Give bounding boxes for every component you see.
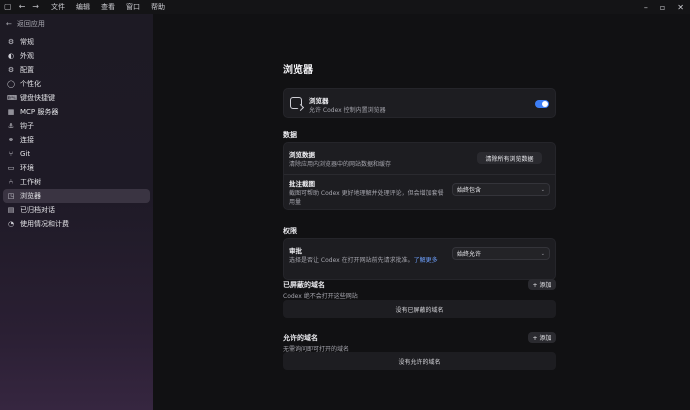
divider: [284, 174, 555, 175]
sidebar-item-13[interactable]: ◔ 使用情况和计费: [3, 217, 150, 231]
server-icon: ▦: [7, 108, 15, 116]
sidebar-item-4[interactable]: ⌨ 键盘快捷键: [3, 91, 150, 105]
permissions-card: 审批 选择是否让 Codex 在打开网站前先请求批准。了解更多 始终允许 ⌄: [283, 238, 556, 280]
maximize-icon[interactable]: ▫: [660, 3, 665, 12]
browser-toggle[interactable]: [535, 100, 549, 108]
menu-edit[interactable]: 编辑: [76, 2, 90, 12]
sidebar: ← 返回应用 ⚙ 常规 ◐ 外观 ⚙ 配置 ◯ 个性化 ⌨ 键盘快捷键 ▦ MCP 服务器 ⚓ 钩子 ⚭ 连接…: [0, 14, 153, 410]
title-bar: ▢ ← → 文件 编辑 查看 窗口 帮助 – ▫ ✕: [0, 0, 690, 14]
gear-icon: ⚙: [7, 38, 15, 46]
config-icon: ⚙: [7, 66, 15, 74]
menu-file[interactable]: 文件: [51, 2, 65, 12]
menu-help[interactable]: 帮助: [151, 2, 165, 12]
approval-select-value: 始终允许: [457, 251, 482, 258]
learn-more-link[interactable]: 了解更多: [414, 257, 438, 264]
sidebar-item-1[interactable]: ◐ 外观: [3, 49, 150, 63]
sidebar-item-5[interactable]: ▦ MCP 服务器: [3, 105, 150, 119]
sidebar-item-3[interactable]: ◯ 个性化: [3, 77, 150, 91]
back-arrow-icon[interactable]: ←: [19, 0, 26, 14]
sidebar-item-6[interactable]: ⚓ 钩子: [3, 119, 150, 133]
sidebar-item-label: 键盘快捷键: [20, 94, 55, 102]
add-blocked-domain-button[interactable]: + 添加: [528, 279, 556, 290]
clear-browsing-data-button[interactable]: 清除所有浏览数据: [477, 152, 542, 164]
sidebar-item-label: 连接: [20, 136, 34, 144]
environment-icon: ▭: [7, 164, 15, 172]
sidebar-item-11[interactable]: ◳ 浏览器: [3, 189, 150, 203]
page-title: 浏览器: [283, 65, 313, 76]
data-section-title: 数据: [283, 131, 297, 139]
settings-nav: ⚙ 常规 ◐ 外观 ⚙ 配置 ◯ 个性化 ⌨ 键盘快捷键 ▦ MCP 服务器 ⚓ 钩子 ⚭ 连接 ⑂ Git ▭ 环境…: [3, 35, 150, 231]
personalize-icon: ◯: [7, 80, 15, 88]
menu-view[interactable]: 查看: [101, 2, 115, 12]
approval-desc: 选择是否让 Codex 在打开网站前先请求批准。了解更多: [289, 255, 438, 264]
sidebar-item-label: 个性化: [20, 80, 41, 88]
palette-icon: ◐: [7, 52, 15, 60]
permissions-section-title: 权限: [283, 227, 297, 235]
back-to-app-label: 返回应用: [16, 20, 45, 28]
data-card: 浏览数据 清除应用内浏览器中的网站数据和缓存 清除所有浏览数据 批注截图 截图可…: [283, 142, 556, 210]
keyboard-icon: ⌨: [7, 94, 18, 102]
git-branch-icon: ⑂: [8, 150, 14, 158]
forward-arrow-icon[interactable]: →: [32, 0, 39, 14]
browsing-data-title: 浏览数据: [289, 151, 315, 159]
sidebar-item-label: 工作树: [20, 178, 41, 186]
hook-icon: ⚓: [7, 122, 15, 130]
approval-select[interactable]: 始终允许 ⌄: [452, 247, 550, 260]
chevron-down-icon: ⌄: [540, 250, 545, 257]
archive-icon: ▤: [7, 206, 15, 214]
sidebar-item-10[interactable]: ⑃ 工作树: [3, 175, 150, 189]
menu-bar: 文件 编辑 查看 窗口 帮助: [51, 2, 165, 12]
arrow-left-icon: ←: [6, 20, 12, 28]
browser-card-desc: 允许 Codex 控制内置浏览器: [309, 107, 386, 114]
sidebar-item-9[interactable]: ▭ 环境: [3, 161, 150, 175]
allowed-domains-title: 允许的域名: [283, 334, 318, 342]
main-panel: 浏览器 浏览器 允许 Codex 控制内置浏览器 数据 浏览数据 清除应用内浏览…: [153, 14, 690, 410]
worktree-icon: ⑃: [8, 178, 14, 186]
app-menu-icon[interactable]: ▢: [4, 0, 12, 14]
browser-card-title: 浏览器: [309, 97, 329, 105]
sidebar-item-8[interactable]: ⑂ Git: [3, 147, 150, 161]
approval-title: 审批: [289, 247, 302, 255]
annot-screenshot-title: 批注截图: [289, 180, 315, 188]
close-icon[interactable]: ✕: [677, 3, 684, 12]
allowed-domains-empty: 没有允许的域名: [283, 352, 556, 370]
annot-screenshot-desc-2: 用量: [289, 199, 302, 206]
sidebar-item-label: 常规: [20, 38, 34, 46]
sidebar-item-label: 环境: [20, 164, 34, 172]
browser-toggle-card: 浏览器 允许 Codex 控制内置浏览器: [283, 88, 556, 118]
browsing-data-desc: 清除应用内浏览器中的网站数据和缓存: [289, 161, 392, 168]
usage-icon: ◔: [7, 220, 15, 228]
browser-icon: ◳: [7, 192, 15, 200]
sidebar-item-0[interactable]: ⚙ 常规: [3, 35, 150, 49]
blocked-domains-empty: 没有已屏蔽的域名: [283, 300, 556, 318]
browser-icon: [290, 97, 302, 109]
chevron-down-icon: ⌄: [540, 186, 545, 193]
menu-window[interactable]: 窗口: [126, 2, 140, 12]
sidebar-item-12[interactable]: ▤ 已归档对话: [3, 203, 150, 217]
sidebar-item-label: 配置: [20, 66, 34, 74]
sidebar-item-label: Git: [20, 150, 31, 158]
minimize-icon[interactable]: –: [644, 3, 648, 12]
sidebar-item-label: MCP 服务器: [20, 108, 59, 116]
sidebar-item-label: 钩子: [20, 122, 34, 130]
sidebar-item-label: 使用情况和计费: [20, 220, 69, 228]
sidebar-item-label: 浏览器: [20, 192, 41, 200]
annot-screenshot-select[interactable]: 始终包含 ⌄: [452, 183, 550, 196]
sidebar-item-7[interactable]: ⚭ 连接: [3, 133, 150, 147]
blocked-domains-desc: Codex 绝不会打开这些网站: [283, 293, 358, 300]
sidebar-item-label: 外观: [20, 52, 34, 60]
annot-screenshot-select-value: 始终包含: [457, 187, 482, 194]
sidebar-item-2[interactable]: ⚙ 配置: [3, 63, 150, 77]
add-allowed-domain-button[interactable]: + 添加: [528, 332, 556, 343]
back-to-app-button[interactable]: ← 返回应用: [6, 19, 45, 29]
link-icon: ⚭: [8, 136, 14, 144]
sidebar-item-label: 已归档对话: [20, 206, 55, 214]
blocked-domains-title: 已屏蔽的域名: [283, 281, 325, 289]
annot-screenshot-desc-1: 截图可帮助 Codex 更好地理解并处理评论，但会增加套餐: [289, 190, 444, 197]
approval-desc-text: 选择是否让 Codex 在打开网站前先请求批准。: [289, 257, 414, 264]
